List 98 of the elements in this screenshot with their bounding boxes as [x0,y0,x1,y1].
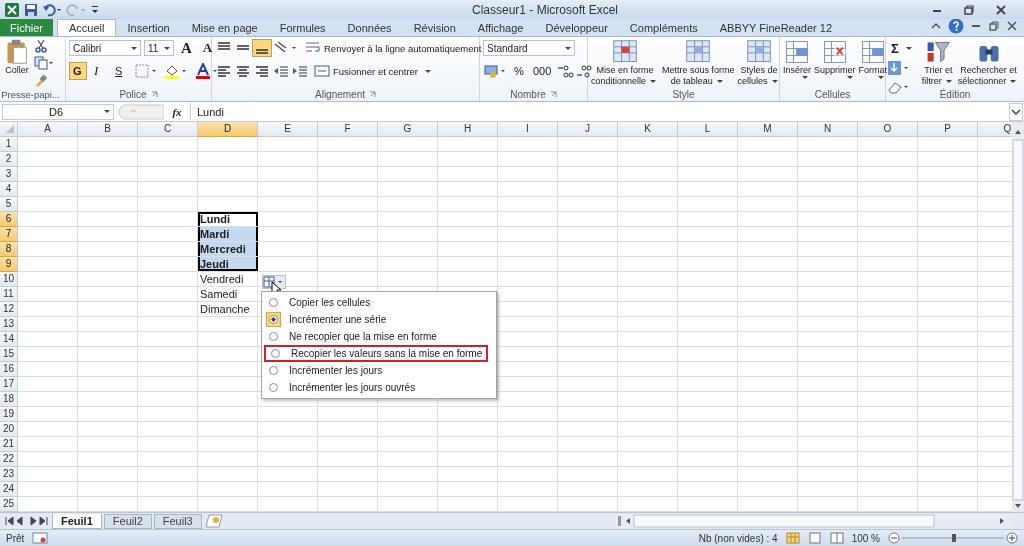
number-format-field[interactable]: Standard [483,40,575,57]
cells-button[interactable]: Supprimer [814,39,856,80]
font-style-button[interactable]: S [111,62,129,81]
decrease-indent-icon[interactable] [272,63,290,80]
align-bottom-icon[interactable] [253,40,271,57]
dialog-launcher-icon[interactable] [150,91,158,99]
editing-button[interactable]: Trier et filtrer [921,39,955,88]
ribbon-tab[interactable]: Mise en page [180,20,269,37]
restore-icon[interactable] [962,2,976,17]
menu-item[interactable]: Incrémenter les jours ouvrés [264,378,489,396]
expand-formula-bar-icon[interactable] [1009,102,1023,121]
group-label: Style [672,89,695,101]
cells-button[interactable]: Insérer [783,39,811,80]
undo-icon[interactable] [42,2,62,17]
thousands-button[interactable]: 000 [529,62,556,81]
increase-indent-icon[interactable] [291,63,309,80]
table-grid-icon [783,39,811,66]
fill-down-icon[interactable] [887,60,911,77]
vertical-scrollbar[interactable] [1012,121,1024,512]
sheet-navigation-icon[interactable] [4,515,50,528]
sheet-tab[interactable]: Feuil1 [52,513,102,529]
table-cell[interactable]: Vendredi [198,271,258,286]
group-label: Édition [939,89,971,101]
ribbon-tab[interactable]: Accueil [57,19,117,37]
close-icon[interactable] [1006,20,1018,33]
percent-button[interactable]: % [510,62,528,81]
cells-button[interactable]: Format [858,39,888,80]
name-box[interactable]: D6 [2,103,114,120]
status-text: Prêt [6,532,25,544]
ribbon-tab[interactable]: Compléments [618,20,709,37]
ribbon-tab[interactable]: Développeur [534,20,619,37]
menu-item[interactable]: Incrémenter les jours [264,361,489,379]
merge-cells-icon [314,64,330,79]
font-name-field[interactable]: Calibri [69,40,141,57]
window-title: Classeur1 - Microsoft Excel [470,2,619,17]
font-size-field[interactable]: 11 [144,40,174,57]
dialog-launcher-icon[interactable] [549,91,557,99]
font-style-button[interactable]: G [69,62,87,81]
zoom-thumb[interactable] [952,534,956,543]
help-icon[interactable] [948,18,964,35]
group-label: Nombre [510,89,546,101]
increase-decimal-icon[interactable] [556,63,575,80]
shrink-font-button[interactable]: A [198,39,217,58]
zoom-level[interactable]: 100 % [851,532,880,544]
paste-button[interactable]: Coller [3,39,31,77]
scissors-icon[interactable] [34,39,48,54]
table-cell[interactable]: Mardi [198,226,258,241]
fill-color-icon[interactable] [163,63,189,80]
macro-record-icon[interactable] [32,532,49,545]
paintbrush-icon[interactable] [34,73,48,88]
sheet-tab[interactable]: Feuil2 [103,513,152,529]
group-label: Police [119,89,147,101]
table-cell[interactable]: Dimanche [198,301,258,316]
style-button[interactable]: Mettre sous forme de tableau [662,39,735,88]
group-label: Presse-papi... [1,89,60,101]
excel-logo-icon [4,1,20,18]
font-color-icon[interactable] [194,63,220,80]
align-right-icon[interactable] [253,63,271,80]
insert-function-button[interactable]: fx [168,105,186,118]
dialog-launcher-icon[interactable] [369,91,376,99]
ribbon-tab[interactable]: Révision [402,20,467,37]
zoom-slider[interactable] [888,532,1018,545]
ribbon-tab[interactable]: ABBYY FineReader 12 [708,20,844,37]
group-label: Cellules [814,89,851,101]
style-button[interactable]: Mise en forme conditionnelle [591,39,660,88]
save-icon[interactable] [24,2,38,17]
menu-item[interactable]: Incrémenter une série [264,310,489,328]
cell-count: Nb (non vides) : 4 [698,532,778,544]
autosum-button[interactable]: Σ [887,39,919,58]
menu-item[interactable]: Copier les cellules [264,293,489,311]
ribbon-tab[interactable]: Insertion [116,20,181,37]
radio-button[interactable] [266,311,281,327]
wrap-text-button[interactable]: Renvoyer à la ligne automatiquement [303,39,484,58]
page-break-icon[interactable] [829,532,844,545]
align-left-icon[interactable] [215,63,233,80]
grow-font-button[interactable]: A [177,39,196,58]
close-icon[interactable] [994,2,1008,17]
sheet-tab[interactable]: Feuil3 [153,513,202,529]
menu-item[interactable]: Recopier les valeurs sans la mise en forme [264,344,489,362]
font-style-button[interactable]: I [90,62,108,81]
restore-icon[interactable] [988,20,1000,33]
ribbon-tab[interactable]: Affichage [466,20,535,37]
copy-icon[interactable] [34,56,54,71]
table-cell[interactable]: Samedi [198,286,258,301]
align-center-icon[interactable] [234,63,252,80]
formula-bar-handle-icon[interactable] [118,103,164,120]
menu-item[interactable]: Ne recopier que la mise en forme [264,327,489,345]
ribbon-tab[interactable]: Données [336,20,403,37]
merge-center-button[interactable]: Fusionner et centrer [312,62,436,81]
style-button[interactable]: Styles de cellules [737,39,781,88]
ribbon-tab[interactable]: Formules [268,20,337,37]
table-cell[interactable]: Mercredi [198,241,258,256]
editing-button[interactable]: Rechercher et sélectionner [957,39,1020,88]
table-cell[interactable]: Lundi [198,211,258,226]
formula-input[interactable]: Lundi [190,103,1005,121]
file-tab[interactable]: Fichier [0,19,53,37]
table-cell[interactable]: Jeudi [198,256,258,271]
group-label: Alignement [315,89,365,101]
